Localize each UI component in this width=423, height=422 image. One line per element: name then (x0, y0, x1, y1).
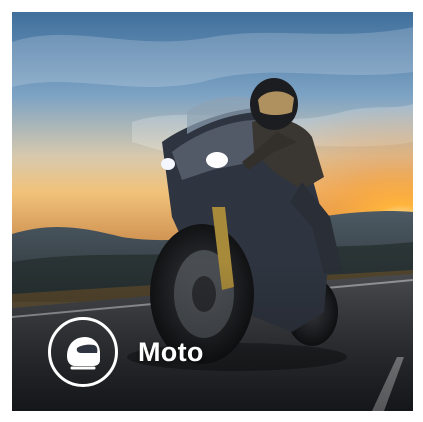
helmet-icon (48, 317, 118, 387)
category-label: Moto (138, 336, 204, 367)
category-tile-moto[interactable]: Moto (12, 12, 413, 411)
category-badge: Moto (48, 314, 204, 390)
